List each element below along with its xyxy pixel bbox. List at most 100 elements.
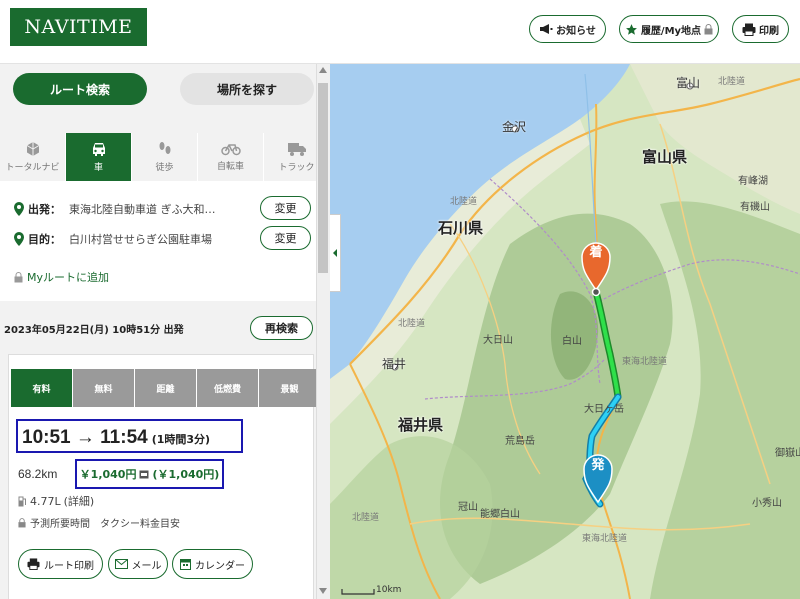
research-button[interactable]: 再検索 <box>250 316 313 340</box>
notice-label: お知らせ <box>556 25 596 37</box>
printer-icon <box>742 23 756 36</box>
city-label-toyama: 富山 <box>676 76 701 90</box>
fuel-amount: 4.77L <box>30 494 61 508</box>
fuel-detail-link[interactable]: (詳細) <box>64 493 95 509</box>
destination-marker-label: 着 <box>589 245 603 260</box>
mode-label: トラック <box>278 162 315 173</box>
road-label: 北陸道 <box>398 319 426 329</box>
place-label: 荒島岳 <box>505 436 535 447</box>
change-departure-button[interactable]: 変更 <box>260 196 311 220</box>
place-label: 白山 <box>562 336 582 347</box>
etc-icon <box>139 470 149 478</box>
scroll-up-arrow-icon[interactable] <box>319 67 327 73</box>
scroll-down-arrow-icon[interactable] <box>319 588 327 594</box>
road-label: 北陸道 <box>718 77 746 87</box>
collapse-panel-toggle[interactable] <box>330 214 341 292</box>
route-print-button[interactable]: ルート印刷 <box>18 549 103 579</box>
mail-button[interactable]: メール <box>108 549 168 579</box>
pref-label-ishikawa: 石川県 <box>438 219 484 237</box>
destination-label: 目的： <box>28 233 61 246</box>
mode-bicycle[interactable]: 自転車 <box>198 133 264 181</box>
tab-free[interactable]: 無料 <box>73 369 134 407</box>
fare-box: ￥1,040円 (￥1,040円) <box>75 459 224 489</box>
car-icon <box>92 143 105 156</box>
toll-fare: ￥1,040円 <box>79 468 137 481</box>
header: NAVITIME お知らせ 履歴/My地点 印刷 <box>0 0 800 64</box>
place-label: 大日山 <box>483 335 513 346</box>
tab-scenic[interactable]: 景観 <box>259 369 316 407</box>
premium-note-text[interactable]: 予測所要時間 タクシー料金目安 <box>30 515 180 530</box>
add-myroute-link[interactable]: Myルートに追加 <box>14 269 109 285</box>
myroute-label: Myルートに追加 <box>27 271 110 284</box>
route-print-label: ルート印刷 <box>44 560 94 572</box>
place-label: 冠山 <box>458 502 478 513</box>
route-map[interactable]: 富山 金沢 福井 富山県 石川県 福井県 白山 大日山 大日ヶ岳 荒島岳 冠山 … <box>330 64 800 599</box>
star-icon <box>626 23 637 35</box>
route-search-panel: ルート検索 場所を探す トータルナビ 車 徒歩 自転車 トラック 出発： 東海北… <box>0 64 316 599</box>
city-label-kanazawa: 金沢 <box>502 120 527 134</box>
history-button[interactable]: 履歴/My地点 <box>619 15 719 43</box>
mode-truck[interactable]: トラック <box>264 133 316 181</box>
route-option-tabs: 有料 無料 距離 低燃費 景観 <box>11 369 316 407</box>
navitime-logo[interactable]: NAVITIME <box>10 8 147 46</box>
tab-route-search[interactable]: ルート検索 <box>13 73 147 105</box>
departure-row: 出発： 東海北陸自動車道 ぎふ大和… <box>14 201 216 217</box>
place-label: 小秀山 <box>752 498 782 509</box>
distance: 68.2km <box>18 467 58 481</box>
change-destination-button[interactable]: 変更 <box>260 226 311 250</box>
destination-row: 目的： 白川村営せせらぎ公園駐車場 <box>14 231 212 247</box>
place-label: 能郷白山 <box>480 509 520 520</box>
departure-label: 出発： <box>28 203 61 216</box>
road-label: 北陸道 <box>450 197 478 207</box>
road-label: 東海北陸道 <box>622 357 668 367</box>
calendar-icon <box>180 559 191 570</box>
fuel-row: 4.77L (詳細) <box>18 493 94 509</box>
place-label: 有磯山 <box>740 202 770 213</box>
scrollbar-thumb[interactable] <box>318 83 328 273</box>
mode-walk[interactable]: 徒歩 <box>132 133 198 181</box>
notice-button[interactable]: お知らせ <box>529 15 606 43</box>
history-label: 履歴/My地点 <box>640 25 702 37</box>
tab-distance[interactable]: 距離 <box>135 369 196 407</box>
pin-icon <box>14 202 24 216</box>
etc-fare: (￥1,040円) <box>152 468 220 481</box>
destination-value[interactable]: 白川村営せせらぎ公園駐車場 <box>69 231 212 247</box>
duration: (1時間3分) <box>151 433 211 446</box>
place-label: 御嶽山 <box>775 448 800 459</box>
mode-total-navi[interactable]: トータルナビ <box>0 133 66 181</box>
calendar-button[interactable]: カレンダー <box>172 549 253 579</box>
truck-icon <box>287 142 306 156</box>
print-button[interactable]: 印刷 <box>732 15 789 43</box>
time-range: 10:51 → 11:54 <box>22 427 148 448</box>
mode-label: 自転車 <box>216 162 244 172</box>
route-endpoints: 出発： 東海北陸自動車道 ぎふ大和… 変更 目的： 白川村営せせらぎ公園駐車場 … <box>0 181 316 301</box>
tab-toll[interactable]: 有料 <box>11 369 72 407</box>
city-label-fukui: 福井 <box>382 357 407 371</box>
departure-value[interactable]: 東海北陸自動車道 ぎふ大和… <box>69 201 216 217</box>
mail-label: メール <box>131 560 162 572</box>
print-label: 印刷 <box>759 25 779 37</box>
mode-car[interactable]: 車 <box>66 133 132 181</box>
premium-note: 予測所要時間 タクシー料金目安 <box>18 515 180 530</box>
road-label: 北陸道 <box>352 513 380 523</box>
route-result-card: 有料 無料 距離 低燃費 景観 10:51 → 11:54 (1時間3分) 68… <box>8 354 316 599</box>
megaphone-icon <box>540 24 553 34</box>
mail-icon <box>114 559 128 569</box>
place-label: 有峰湖 <box>738 176 768 187</box>
chevron-left-icon <box>333 249 337 257</box>
mode-label: 車 <box>93 163 103 173</box>
pref-label-fukui: 福井県 <box>398 416 444 434</box>
pref-label-toyama: 富山県 <box>642 148 688 166</box>
bicycle-icon <box>220 144 241 156</box>
total-navi-icon <box>26 142 39 156</box>
tab-eco[interactable]: 低燃費 <box>197 369 258 407</box>
route-time-box: 10:51 → 11:54 (1時間3分) <box>16 419 243 453</box>
lock-icon <box>704 23 713 34</box>
lock-icon <box>18 517 26 527</box>
tab-place-search[interactable]: 場所を探す <box>180 73 314 105</box>
origin-marker-label: 発 <box>591 458 605 473</box>
walk-icon <box>159 142 170 154</box>
mode-label: 徒歩 <box>155 163 174 173</box>
calendar-label: カレンダー <box>195 560 245 572</box>
fuel-pump-icon <box>18 496 26 506</box>
